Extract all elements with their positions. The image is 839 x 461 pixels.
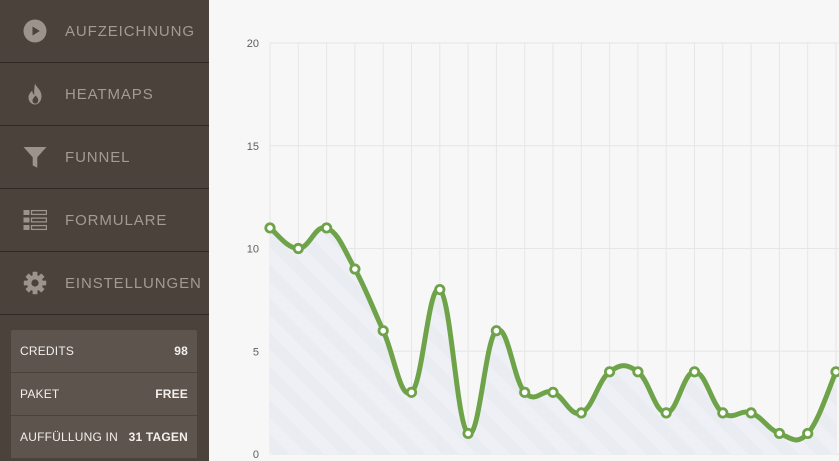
data-point[interactable] [575,407,587,419]
data-point[interactable] [547,386,559,398]
data-point[interactable] [405,386,418,398]
sidebar-item-funnel[interactable]: FUNNEL [0,126,209,189]
y-axis: 0 5 10 15 20 [247,38,259,461]
data-point[interactable] [688,366,701,378]
y-tick-label: 10 [247,244,259,256]
refill-label: AUFFÜLLUNG IN [20,430,118,444]
refill-row: AUFFÜLLUNG IN 31 TAGEN [11,416,197,459]
flame-icon [23,82,47,106]
data-point[interactable] [830,366,839,378]
funnel-icon [23,145,47,169]
data-point[interactable] [462,427,474,440]
data-point[interactable] [349,263,361,275]
credits-value: 98 [174,344,188,358]
account-info-box: CREDITS 98 PAKET FREE AUFFÜLLUNG IN 31 T… [11,330,197,459]
sidebar-item-formulare[interactable]: FORMULARE [0,189,209,252]
form-list-icon [23,208,47,232]
sidebar-item-label: FORMULARE [65,211,168,229]
data-point[interactable] [292,242,304,255]
data-point[interactable] [632,366,644,378]
refill-value: 31 TAGEN [128,430,188,444]
sidebar-item-label: AUFZEICHNUNG [65,22,195,40]
main-content: 0 5 10 15 20 [209,0,839,461]
sidebar: AUFZEICHNUNG HEATMAPS FUNNEL FORMULARE E… [0,0,209,461]
recordings-chart: 0 5 10 15 20 [247,38,839,461]
sidebar-item-einstellungen[interactable]: EINSTELLUNGEN [0,252,209,315]
sidebar-item-label: EINSTELLUNGEN [65,274,202,292]
package-row: PAKET FREE [11,373,197,416]
data-point[interactable] [660,407,672,419]
credits-row: CREDITS 98 [11,330,197,373]
sidebar-item-label: FUNNEL [65,148,131,166]
y-tick-label: 15 [247,141,259,153]
gear-icon [23,271,47,295]
data-point[interactable] [321,222,333,234]
y-tick-label: 5 [253,346,259,358]
data-point[interactable] [745,407,757,419]
sidebar-item-label: HEATMAPS [65,85,154,103]
data-point[interactable] [519,386,531,398]
y-tick-label: 0 [253,449,259,461]
credits-label: CREDITS [20,344,75,358]
sidebar-item-aufzeichnung[interactable]: AUFZEICHNUNG [0,0,209,63]
sidebar-item-heatmaps[interactable]: HEATMAPS [0,63,209,126]
data-point[interactable] [434,283,446,296]
package-value: FREE [155,387,188,401]
data-point[interactable] [603,366,616,378]
data-point[interactable] [490,325,502,337]
data-point[interactable] [773,427,786,440]
app-root: AUFZEICHNUNG HEATMAPS FUNNEL FORMULARE E… [0,0,839,461]
package-label: PAKET [20,387,60,401]
data-point[interactable] [377,325,389,337]
data-point[interactable] [802,427,814,440]
y-tick-label: 20 [247,38,259,50]
data-point[interactable] [264,222,276,234]
data-point[interactable] [717,407,729,419]
play-circle-icon [23,19,47,43]
